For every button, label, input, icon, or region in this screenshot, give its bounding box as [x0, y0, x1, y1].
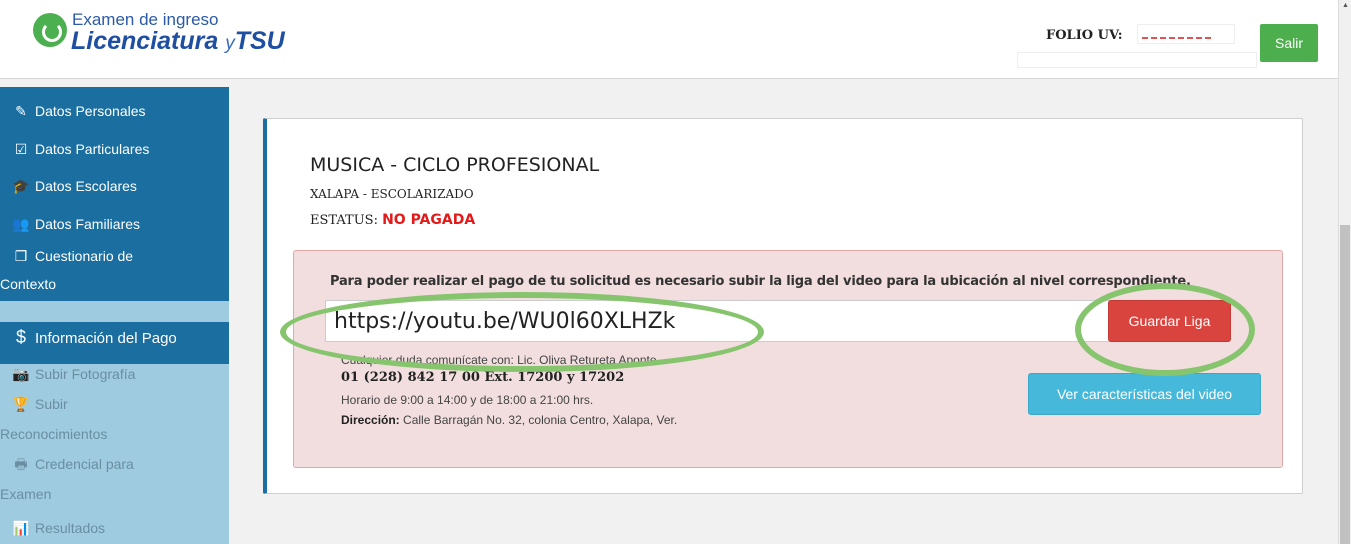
logo-title-y: y	[225, 33, 235, 54]
sidebar-item-label: Credencial para	[35, 456, 134, 472]
address-label: Dirección:	[341, 413, 400, 427]
contact-phone: 01 (228) 842 17 00 Ext. 17200 y 17202	[341, 370, 625, 385]
sidebar-item-datos-particulares[interactable]: ☑ Datos Particulares	[11, 139, 150, 160]
sidebar-item-label: Datos Personales	[35, 103, 146, 119]
graduation-cap-icon: 🎓	[12, 178, 30, 194]
sidebar-item-resultados[interactable]: 📊 Resultados	[11, 518, 105, 539]
sidebar: ✎ Datos Personales ☑ Datos Particulares 🎓 D…	[0, 87, 229, 544]
sidebar-item-label: Cuestionario de	[35, 248, 134, 264]
save-link-button[interactable]: Guardar Liga	[1108, 300, 1231, 342]
print-icon: 🖶	[14, 456, 28, 472]
contact-address: Dirección: Calle Barragán No. 32, coloni…	[341, 413, 677, 427]
status-label: ESTATUS:	[310, 213, 378, 228]
logo-title: Licenciatura yTSU	[71, 27, 285, 56]
sidebar-item-label: Subir	[35, 396, 68, 412]
sidebar-item-cuestionario[interactable]: ❐ Cuestionario de	[11, 246, 133, 267]
sidebar-item-label: Reconocimientos	[0, 426, 108, 442]
program-campus: XALAPA - ESCOLARIZADO	[310, 187, 474, 201]
scrollbar-thumb[interactable]	[1340, 225, 1350, 544]
sidebar-item-informacion-pago[interactable]: $ Información del Pago	[11, 327, 177, 349]
sidebar-item-datos-escolares[interactable]: 🎓 Datos Escolares	[11, 176, 137, 197]
video-features-button[interactable]: Ver características del video	[1028, 373, 1261, 415]
documents-icon: ❐	[14, 248, 28, 264]
sidebar-gap	[0, 301, 229, 322]
contact-info: Cualquier duda comunícate con: Lic. Oliv…	[341, 353, 657, 367]
status-line: ESTATUS: NO PAGADA	[310, 212, 475, 228]
sidebar-item-label: Contexto	[0, 276, 57, 292]
sidebar-item-cuestionario-line2[interactable]: Contexto	[0, 274, 56, 295]
sidebar-item-datos-familiares[interactable]: 👥 Datos Familiares	[11, 214, 140, 235]
logo-icon	[33, 13, 67, 47]
sidebar-item-credencial[interactable]: 🖶 Credencial para	[11, 454, 134, 475]
sidebar-item-datos-personales[interactable]: ✎ Datos Personales	[11, 101, 146, 122]
sidebar-item-label: Datos Familiares	[35, 216, 141, 232]
sidebar-item-subir-reconocimientos[interactable]: 🏆 Subir	[11, 394, 68, 415]
page-scrollbar[interactable]: ▲	[1338, 0, 1351, 544]
logo-title-licenciatura: Licenciatura	[71, 27, 219, 55]
header-bar: Examen de ingreso Licenciatura yTSU FOLI…	[0, 0, 1338, 79]
logout-button[interactable]: Salir	[1260, 24, 1318, 62]
scroll-up-arrow-icon[interactable]: ▲	[1342, 2, 1349, 9]
edit-icon: ☑	[14, 141, 28, 157]
sidebar-item-label: Subir Fotografía	[35, 366, 136, 382]
sidebar-item-credencial-line2[interactable]: Examen	[0, 484, 51, 505]
status-badge: NO PAGADA	[382, 212, 476, 228]
payment-alert: Para poder realizar el pago de tu solici…	[293, 250, 1283, 468]
sidebar-item-subir-reconocimientos-line2[interactable]: Reconocimientos	[0, 424, 107, 445]
folio-value-redacted	[1137, 24, 1235, 44]
sidebar-item-label: Datos Escolares	[35, 178, 137, 194]
pencil-icon: ✎	[15, 103, 27, 119]
camera-icon: 📷	[12, 366, 30, 382]
alert-message: Para poder realizar el pago de tu solici…	[330, 274, 1191, 289]
sidebar-item-label: Resultados	[35, 520, 106, 536]
sidebar-item-subir-fotografia[interactable]: 📷 Subir Fotografía	[11, 364, 135, 385]
trophy-icon: 🏆	[12, 396, 30, 412]
video-url-input[interactable]	[325, 300, 1111, 342]
contact-hours: Horario de 9:00 a 14:00 y de 18:00 a 21:…	[341, 393, 594, 407]
dollar-icon: $	[15, 327, 26, 347]
program-title: MUSICA - CICLO PROFESIONAL	[310, 154, 600, 176]
sidebar-item-label: Examen	[0, 486, 52, 502]
application-card: MUSICA - CICLO PROFESIONAL XALAPA - ESCO…	[263, 118, 1303, 494]
address-text: Calle Barragán No. 32, colonia Centro, X…	[403, 413, 678, 427]
users-icon: 👥	[12, 216, 30, 232]
bar-chart-icon: 📊	[12, 520, 30, 536]
sidebar-item-label: Información del Pago	[35, 330, 177, 347]
folio-label: FOLIO UV:	[1046, 28, 1123, 43]
sidebar-item-label: Datos Particulares	[35, 141, 150, 157]
user-name-redacted	[1017, 52, 1257, 68]
logo-title-tsu: TSU	[234, 27, 285, 55]
